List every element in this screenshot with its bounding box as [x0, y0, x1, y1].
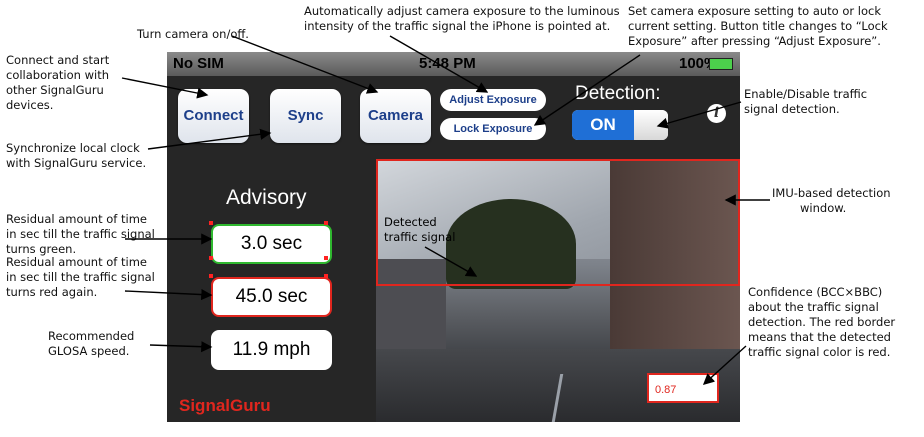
annotation-confidence: Confidence (BCC×BBC) about the traffic s… — [748, 285, 895, 360]
annotation-line: Synchronize local clock — [6, 141, 140, 155]
annotation-line: Automatically adjust camera exposure to … — [304, 4, 620, 18]
annotation-line: current setting. Button title changes to… — [628, 19, 888, 33]
detection-label: Detection: — [575, 83, 661, 104]
annotation-line: Set camera exposure setting to auto or l… — [628, 4, 882, 18]
annotation-line: Connect and start — [6, 53, 110, 67]
annotation-line: turns red again. — [6, 285, 98, 299]
annotation-enable-detection: Enable/Disable traffic signal detection. — [744, 87, 867, 117]
annotation-line: Confidence (BCC×BBC) — [748, 285, 883, 299]
annotation-line: traffic signal color is red. — [748, 345, 891, 359]
annotation-line: other SignalGuru — [6, 83, 104, 97]
corner-marker — [324, 274, 328, 278]
phone-screen: No SIM 5:48 PM 100% Connect Sync Camera … — [167, 52, 740, 422]
annotation-line: intensity of the traffic signal the iPho… — [304, 19, 611, 33]
annotation-line: Exposure” after pressing “Adjust Exposur… — [628, 34, 881, 48]
brand-logo: SignalGuru — [179, 396, 271, 415]
annotation-connect: Connect and start collaboration with oth… — [6, 53, 109, 113]
advisory-title: Advisory — [226, 186, 307, 209]
annotation-line: with SignalGuru service. — [6, 156, 147, 170]
annotation-line: IMU-based detection — [772, 186, 891, 200]
sync-button[interactable]: Sync — [270, 89, 341, 143]
imu-detection-window — [376, 159, 740, 286]
camera-button[interactable]: Camera — [360, 89, 431, 143]
carrier-label: No SIM — [173, 55, 224, 72]
battery-charging-icon — [709, 58, 733, 70]
annotation-sync: Synchronize local clock with SignalGuru … — [6, 141, 146, 171]
detection-toggle[interactable]: ON — [572, 110, 668, 140]
annotation-residual-red: Residual amount of time in sec till the … — [6, 255, 155, 300]
annotation-line: Enable/Disable traffic — [744, 87, 868, 101]
annotation-imu: IMU-based detection window. — [772, 186, 891, 216]
red-time-box: 45.0 sec — [211, 277, 332, 317]
annotation-line: in sec till the traffic signal — [6, 227, 155, 241]
annotation-residual-green: Residual amount of time in sec till the … — [6, 212, 155, 257]
corner-marker — [209, 256, 213, 260]
connect-button[interactable]: Connect — [178, 89, 249, 143]
annotation-line: detection. The red border — [748, 315, 896, 329]
annotation-line: means that the detected — [748, 330, 891, 344]
annotation-line: about the traffic signal — [748, 300, 879, 314]
speed-box: 11.9 mph — [211, 330, 332, 370]
annotation-line: signal detection. — [744, 102, 840, 116]
annotation-line: GLOSA speed. — [48, 344, 130, 358]
status-bar: No SIM 5:48 PM 100% — [167, 52, 740, 76]
annotation-line: Residual amount of time — [6, 255, 147, 269]
annotation-auto-adjust: Automatically adjust camera exposure to … — [304, 4, 620, 34]
annotation-line: window. — [800, 201, 847, 215]
corner-marker — [324, 221, 328, 225]
green-time-box: 3.0 sec — [211, 224, 332, 264]
annotation-line: Recommended — [48, 329, 135, 343]
annotation-glosa: Recommended GLOSA speed. — [48, 329, 134, 359]
clock-label: 5:48 PM — [419, 55, 476, 72]
annotation-line: collaboration with — [6, 68, 109, 82]
corner-marker — [324, 256, 328, 260]
annotation-set-exposure: Set camera exposure setting to auto or l… — [628, 4, 888, 49]
annotation-turn-camera: Turn camera on/off. — [137, 27, 249, 41]
toggle-knob — [634, 110, 668, 140]
toggle-on-label: ON — [572, 110, 634, 140]
lock-exposure-button[interactable]: Lock Exposure — [440, 118, 546, 140]
annotation-line: Residual amount of time — [6, 212, 147, 226]
annotation-line: devices. — [6, 98, 54, 112]
corner-marker — [209, 274, 213, 278]
confidence-box: 0.87 — [647, 373, 719, 403]
corner-marker — [209, 221, 213, 225]
info-icon[interactable]: i — [707, 104, 726, 123]
adjust-exposure-button[interactable]: Adjust Exposure — [440, 89, 546, 111]
annotation-line: in sec till the traffic signal — [6, 270, 155, 284]
